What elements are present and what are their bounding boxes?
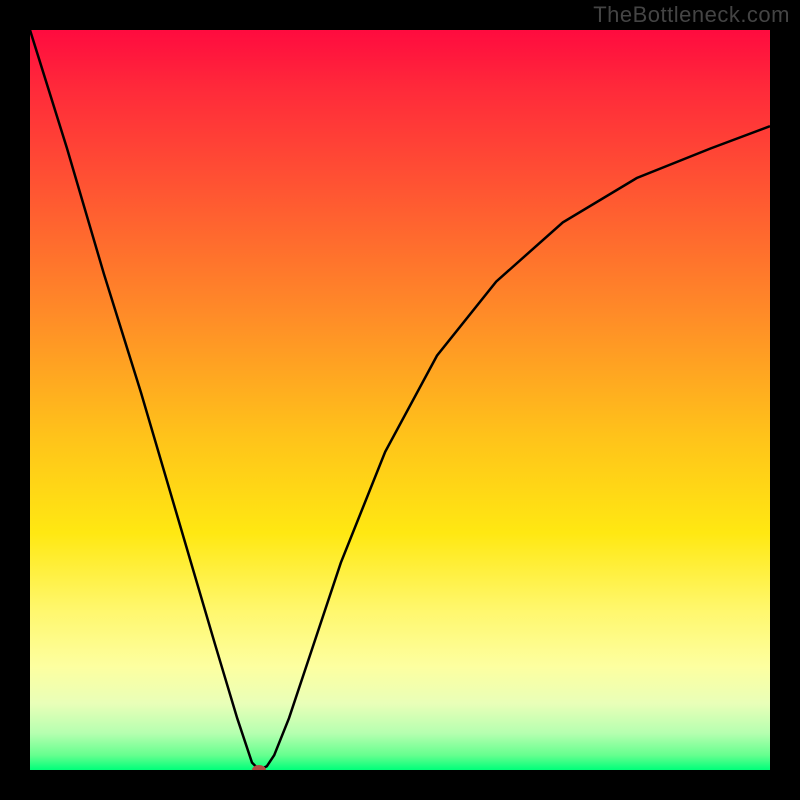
plot-area [30,30,770,770]
optimum-marker [252,765,266,770]
bottleneck-curve [30,30,770,770]
watermark-text: TheBottleneck.com [593,2,790,28]
chart-container: TheBottleneck.com [0,0,800,800]
curve-line [30,30,770,770]
